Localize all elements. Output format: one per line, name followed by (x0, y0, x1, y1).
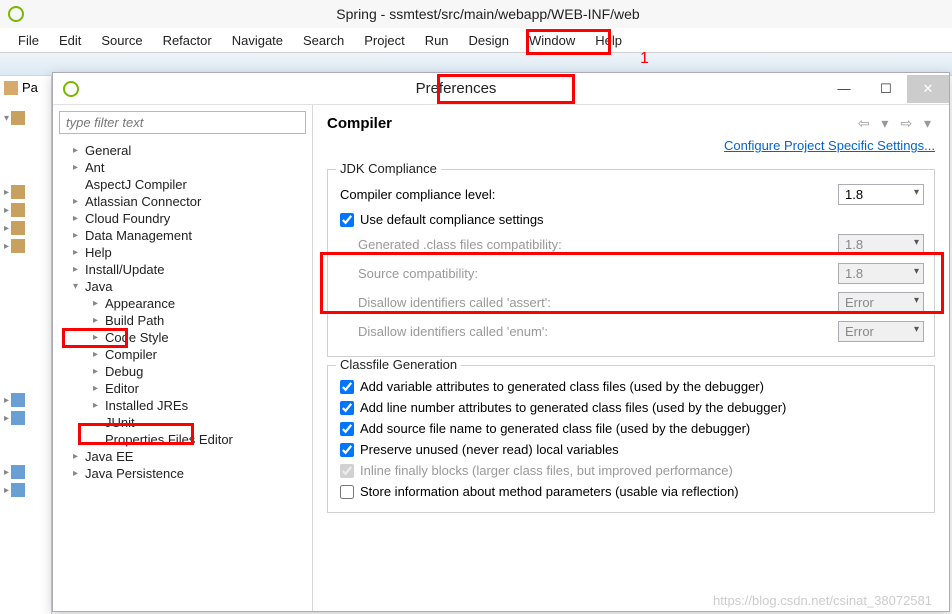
filter-input[interactable]: type filter text (59, 111, 306, 134)
cf5-checkbox (340, 464, 354, 478)
tree-java-buildpath[interactable]: ▸Build Path (57, 312, 308, 329)
package-icon (4, 81, 18, 95)
tree-cloudfoundry[interactable]: ▸Cloud Foundry (57, 210, 308, 227)
maximize-button[interactable]: ☐ (865, 75, 907, 103)
tree-atlassian[interactable]: ▸Atlassian Connector (57, 193, 308, 210)
preferences-tree[interactable]: ▸General ▸Ant AspectJ Compiler ▸Atlassia… (53, 140, 312, 611)
source-compat-dropdown: 1.8 (838, 263, 924, 284)
tree-help[interactable]: ▸Help (57, 244, 308, 261)
window-title: Spring - ssmtest/src/main/webapp/WEB-INF… (32, 6, 944, 22)
tree-java-junit[interactable]: JUnit (57, 414, 308, 431)
source-compat-label: Source compatibility: (358, 266, 838, 281)
gen-class-dropdown: 1.8 (838, 234, 924, 255)
tree-java-debug[interactable]: ▸Debug (57, 363, 308, 380)
minimize-button[interactable]: — (823, 75, 865, 103)
tree-java-codestyle[interactable]: ▸Code Style (57, 329, 308, 346)
tree-javaee[interactable]: ▸Java EE (57, 448, 308, 465)
cf1-checkbox[interactable] (340, 380, 354, 394)
page-heading: Compiler (327, 115, 392, 132)
annotation-number: 1 (640, 50, 649, 68)
cf3-checkbox[interactable] (340, 422, 354, 436)
assert-dropdown: Error (838, 292, 924, 313)
side-panel: Pa ▾ ▸ ▸ ▸ ▸ ▸ ▸ ▸ ▸ (0, 76, 52, 614)
jdk-compliance-group: JDK Compliance Compiler compliance level… (327, 169, 935, 357)
menu-navigate[interactable]: Navigate (222, 31, 293, 50)
dialog-title: Preferences (89, 80, 823, 97)
app-logo-icon (63, 81, 79, 97)
menubar: File Edit Source Refactor Navigate Searc… (0, 28, 952, 52)
nav-arrows[interactable]: ⇦ ▾ ⇨ ▾ (858, 115, 935, 132)
configure-project-link[interactable]: Configure Project Specific Settings... (327, 138, 935, 153)
project-icon (11, 393, 25, 407)
tree-aspectj[interactable]: AspectJ Compiler (57, 176, 308, 193)
classfile-gen-group: Classfile Generation Add variable attrib… (327, 365, 935, 513)
menu-refactor[interactable]: Refactor (153, 31, 222, 50)
tree-java-editor[interactable]: ▸Editor (57, 380, 308, 397)
tree-java[interactable]: ▾Java (57, 278, 308, 295)
tree-ant[interactable]: ▸Ant (57, 159, 308, 176)
folder-icon (11, 185, 25, 199)
main-titlebar: Spring - ssmtest/src/main/webapp/WEB-INF… (0, 0, 952, 28)
folder-icon (11, 239, 25, 253)
compliance-level-dropdown[interactable]: 1.8 (838, 184, 924, 205)
project-icon (11, 411, 25, 425)
folder-icon (11, 203, 25, 217)
menu-project[interactable]: Project (354, 31, 414, 50)
menu-source[interactable]: Source (91, 31, 152, 50)
tree-general[interactable]: ▸General (57, 142, 308, 159)
tree-datamgmt[interactable]: ▸Data Management (57, 227, 308, 244)
project-icon (11, 465, 25, 479)
tree-java-jres[interactable]: ▸Installed JREs (57, 397, 308, 414)
menu-design[interactable]: Design (459, 31, 519, 50)
tree-install[interactable]: ▸Install/Update (57, 261, 308, 278)
compliance-level-label: Compiler compliance level: (340, 187, 838, 202)
folder-icon (11, 221, 25, 235)
watermark: https://blog.csdn.net/csinat_38072581 (713, 593, 932, 608)
assert-label: Disallow identifiers called 'assert': (358, 295, 838, 310)
preferences-dialog: Preferences — ☐ ✕ type filter text ▸Gene… (52, 72, 950, 612)
tree-java-compiler[interactable]: ▸Compiler (57, 346, 308, 363)
tree-javapersistence[interactable]: ▸Java Persistence (57, 465, 308, 482)
enum-dropdown: Error (838, 321, 924, 342)
close-button[interactable]: ✕ (907, 75, 949, 103)
project-icon (11, 483, 25, 497)
menu-file[interactable]: File (8, 31, 49, 50)
tree-java-propfiles[interactable]: Properties Files Editor (57, 431, 308, 448)
menu-window[interactable]: Window (519, 31, 585, 50)
package-explorer-tab[interactable]: Pa (0, 76, 51, 99)
app-logo-icon (8, 6, 24, 22)
use-default-checkbox[interactable] (340, 213, 354, 227)
cf2-checkbox[interactable] (340, 401, 354, 415)
gen-class-label: Generated .class files compatibility: (358, 237, 838, 252)
tree-java-appearance[interactable]: ▸Appearance (57, 295, 308, 312)
menu-search[interactable]: Search (293, 31, 354, 50)
menu-help[interactable]: Help (585, 31, 632, 50)
cf4-checkbox[interactable] (340, 443, 354, 457)
menu-run[interactable]: Run (415, 31, 459, 50)
enum-label: Disallow identifiers called 'enum': (358, 324, 838, 339)
cf6-checkbox[interactable] (340, 485, 354, 499)
folder-icon (11, 111, 25, 125)
menu-edit[interactable]: Edit (49, 31, 91, 50)
